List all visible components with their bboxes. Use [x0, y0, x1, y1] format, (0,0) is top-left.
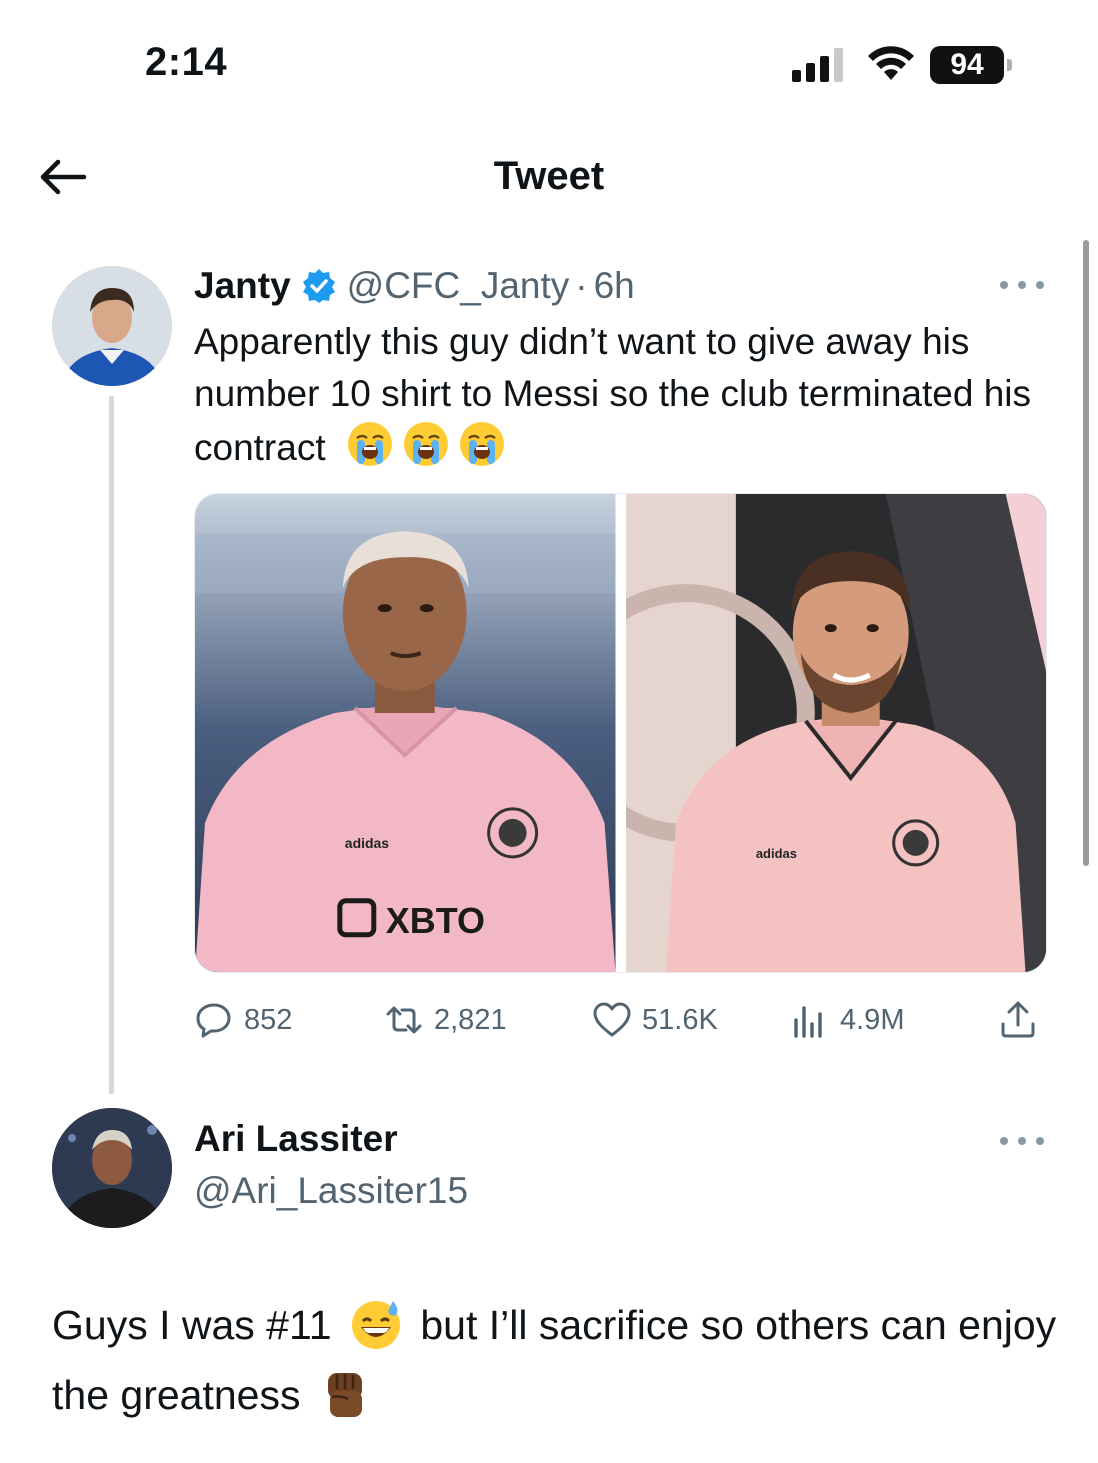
loudly-crying-face-icon [347, 422, 392, 466]
svg-text:adidas: adidas [345, 835, 389, 851]
retweet-button[interactable]: 2,821 [384, 996, 507, 1044]
wifi-icon [868, 46, 914, 80]
more-options-icon[interactable] [1000, 277, 1044, 293]
reply-text: Guys I was #11 but I’ll sacrifice so oth… [52, 1290, 1062, 1430]
tweet-action-bar: 852 2,821 51.6K 4.9M [194, 996, 1054, 1044]
crying-emojis [346, 420, 506, 468]
retweet-count: 2,821 [434, 1003, 507, 1036]
verified-badge-icon [302, 269, 335, 303]
author-handle[interactable]: @CFC_Janty [347, 265, 570, 307]
signal-icon [792, 48, 843, 82]
battery-level: 94 [930, 46, 1004, 84]
avatar-ari-lassiter[interactable] [52, 1108, 172, 1228]
loudly-crying-face-icon [459, 422, 504, 466]
header: Tweet [0, 130, 1098, 226]
media-photo-2[interactable]: adidas [625, 494, 1046, 972]
raised-fist-dark-icon [327, 1373, 362, 1417]
meta-separator: · [575, 265, 588, 306]
tweet-body: Apparently this guy didn’t want to give … [194, 321, 1031, 468]
views-button[interactable]: 4.9M [790, 996, 904, 1044]
battery-icon: 94 [930, 46, 1014, 84]
battery-tip [1007, 59, 1012, 71]
retweet-icon [386, 1006, 422, 1034]
media-photo-1[interactable]: XBTO adidas [195, 494, 616, 972]
player-photo-icon: XBTO adidas [195, 494, 616, 972]
reply-count: 852 [244, 1003, 293, 1036]
reply-icon [196, 1003, 231, 1038]
thread-line [109, 396, 114, 1094]
tweet-media: XBTO adidas adidas [194, 493, 1047, 973]
tweet-header: Janty @CFC_Janty · 6h [194, 262, 635, 310]
page-title: Tweet [493, 154, 605, 198]
tweet-text: Apparently this guy didn’t want to give … [194, 316, 1054, 474]
tweet-time[interactable]: 6h [594, 265, 635, 307]
reply-text-part1: Guys I was #11 [52, 1302, 332, 1348]
avatar-image [52, 266, 172, 386]
share-button[interactable] [998, 996, 1038, 1044]
reply-author-handle[interactable]: @Ari_Lassiter15 [194, 1170, 468, 1212]
author-name[interactable]: Janty [194, 265, 291, 307]
avatar-image [52, 1108, 172, 1228]
reply-author-name[interactable]: Ari Lassiter [194, 1118, 398, 1160]
scrollbar[interactable] [1083, 240, 1089, 866]
like-button[interactable]: 51.6K [592, 996, 718, 1044]
heart-icon [593, 1002, 631, 1037]
svg-text:adidas: adidas [755, 846, 796, 861]
status-bar: 2:14 94 [0, 0, 1098, 120]
views-chart-icon [794, 1006, 822, 1038]
loudly-crying-face-icon [403, 422, 448, 466]
status-time: 2:14 [145, 40, 228, 84]
reply-button[interactable]: 852 [194, 996, 292, 1044]
grinning-sweat-face-icon [351, 1301, 400, 1349]
views-count: 4.9M [840, 1003, 905, 1036]
share-icon [1001, 1001, 1035, 1038]
reply-more-options-icon[interactable] [1000, 1133, 1044, 1149]
avatar-janty[interactable] [52, 266, 172, 386]
svg-text:XBTO: XBTO [386, 900, 485, 941]
messi-photo-icon: adidas [625, 494, 1046, 972]
like-count: 51.6K [642, 1003, 718, 1036]
